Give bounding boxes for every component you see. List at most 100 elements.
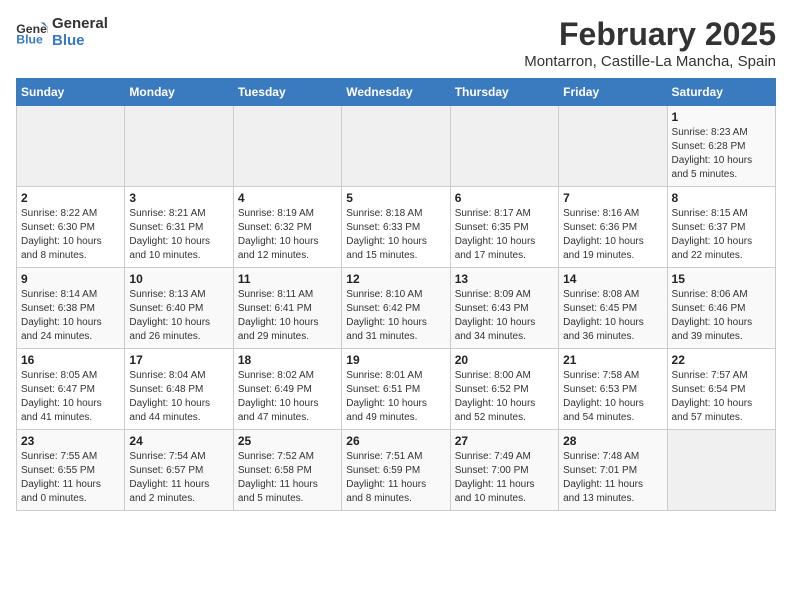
day-info: Sunrise: 8:01 AM Sunset: 6:51 PM Dayligh… xyxy=(346,369,445,425)
calendar-cell: 21 Sunrise: 7:58 AM Sunset: 6:53 PM Dayli… xyxy=(559,349,667,430)
day-info: Sunrise: 8:04 AM Sunset: 6:48 PM Dayligh… xyxy=(129,369,228,425)
day-info: Sunrise: 8:22 AM Sunset: 6:30 PM Dayligh… xyxy=(21,207,120,263)
day-number: 13 xyxy=(455,272,554,286)
day-info: Sunrise: 8:17 AM Sunset: 6:35 PM Dayligh… xyxy=(455,207,554,263)
calendar-cell: 13 Sunrise: 8:09 AM Sunset: 6:43 PM Dayli… xyxy=(450,268,558,349)
calendar-cell xyxy=(559,106,667,187)
day-number: 5 xyxy=(346,191,445,205)
day-info: Sunrise: 8:11 AM Sunset: 6:41 PM Dayligh… xyxy=(238,288,337,344)
calendar-cell: 2 Sunrise: 8:22 AM Sunset: 6:30 PM Daylig… xyxy=(17,187,125,268)
day-number: 17 xyxy=(129,353,228,367)
day-number: 11 xyxy=(238,272,337,286)
day-number: 7 xyxy=(563,191,662,205)
day-info: Sunrise: 7:57 AM Sunset: 6:54 PM Dayligh… xyxy=(672,369,771,425)
day-number: 8 xyxy=(672,191,771,205)
title-area: February 2025 Montarron, Castille-La Man… xyxy=(524,16,776,70)
day-info: Sunrise: 7:54 AM Sunset: 6:57 PM Dayligh… xyxy=(129,450,228,506)
calendar-header-row: SundayMondayTuesdayWednesdayThursdayFrid… xyxy=(17,79,776,106)
day-info: Sunrise: 8:19 AM Sunset: 6:32 PM Dayligh… xyxy=(238,207,337,263)
calendar-cell: 6 Sunrise: 8:17 AM Sunset: 6:35 PM Daylig… xyxy=(450,187,558,268)
day-info: Sunrise: 8:14 AM Sunset: 6:38 PM Dayligh… xyxy=(21,288,120,344)
header-day-friday: Friday xyxy=(559,79,667,106)
header-day-monday: Monday xyxy=(125,79,233,106)
day-info: Sunrise: 8:08 AM Sunset: 6:45 PM Dayligh… xyxy=(563,288,662,344)
calendar-week-4: 16 Sunrise: 8:05 AM Sunset: 6:47 PM Dayli… xyxy=(17,349,776,430)
calendar-cell xyxy=(342,106,450,187)
calendar-cell: 12Sunrise: 8:10 AM Sunset: 6:42 PM Dayli… xyxy=(342,268,450,349)
calendar-cell: 28 Sunrise: 7:48 AM Sunset: 7:01 PM Dayli… xyxy=(559,430,667,511)
day-info: Sunrise: 8:21 AM Sunset: 6:31 PM Dayligh… xyxy=(129,207,228,263)
calendar-cell: 23 Sunrise: 7:55 AM Sunset: 6:55 PM Dayli… xyxy=(17,430,125,511)
logo-general: General xyxy=(52,16,108,33)
day-number: 12 xyxy=(346,272,445,286)
day-info: Sunrise: 8:18 AM Sunset: 6:33 PM Dayligh… xyxy=(346,207,445,263)
calendar-cell xyxy=(667,430,775,511)
calendar-week-3: 9 Sunrise: 8:14 AM Sunset: 6:38 PM Daylig… xyxy=(17,268,776,349)
header-day-tuesday: Tuesday xyxy=(233,79,341,106)
calendar-cell xyxy=(17,106,125,187)
day-number: 10 xyxy=(129,272,228,286)
day-number: 16 xyxy=(21,353,120,367)
calendar-cell: 5 Sunrise: 8:18 AM Sunset: 6:33 PM Daylig… xyxy=(342,187,450,268)
calendar-week-5: 23 Sunrise: 7:55 AM Sunset: 6:55 PM Dayli… xyxy=(17,430,776,511)
logo: General Blue General Blue xyxy=(16,16,108,49)
day-number: 18 xyxy=(238,353,337,367)
day-number: 23 xyxy=(21,434,120,448)
day-info: Sunrise: 7:58 AM Sunset: 6:53 PM Dayligh… xyxy=(563,369,662,425)
day-info: Sunrise: 7:48 AM Sunset: 7:01 PM Dayligh… xyxy=(563,450,662,506)
month-title: February 2025 xyxy=(524,16,776,53)
calendar-cell xyxy=(233,106,341,187)
day-number: 9 xyxy=(21,272,120,286)
calendar-cell: 27Sunrise: 7:49 AM Sunset: 7:00 PM Dayli… xyxy=(450,430,558,511)
day-number: 26 xyxy=(346,434,445,448)
day-info: Sunrise: 7:51 AM Sunset: 6:59 PM Dayligh… xyxy=(346,450,445,506)
day-number: 2 xyxy=(21,191,120,205)
logo-icon: General Blue xyxy=(16,19,48,47)
calendar-cell: 17 Sunrise: 8:04 AM Sunset: 6:48 PM Dayli… xyxy=(125,349,233,430)
day-number: 4 xyxy=(238,191,337,205)
day-number: 20 xyxy=(455,353,554,367)
day-number: 15 xyxy=(672,272,771,286)
day-info: Sunrise: 8:02 AM Sunset: 6:49 PM Dayligh… xyxy=(238,369,337,425)
day-number: 22 xyxy=(672,353,771,367)
calendar-cell: 18 Sunrise: 8:02 AM Sunset: 6:49 PM Dayli… xyxy=(233,349,341,430)
day-number: 21 xyxy=(563,353,662,367)
day-info: Sunrise: 8:09 AM Sunset: 6:43 PM Dayligh… xyxy=(455,288,554,344)
day-number: 27 xyxy=(455,434,554,448)
calendar-cell: 1 Sunrise: 8:23 AM Sunset: 6:28 PM Daylig… xyxy=(667,106,775,187)
day-number: 28 xyxy=(563,434,662,448)
calendar-cell: 22 Sunrise: 7:57 AM Sunset: 6:54 PM Dayli… xyxy=(667,349,775,430)
page-header: General Blue General Blue February 2025 … xyxy=(16,16,776,70)
day-info: Sunrise: 8:13 AM Sunset: 6:40 PM Dayligh… xyxy=(129,288,228,344)
day-number: 14 xyxy=(563,272,662,286)
day-info: Sunrise: 8:05 AM Sunset: 6:47 PM Dayligh… xyxy=(21,369,120,425)
calendar-cell: 9 Sunrise: 8:14 AM Sunset: 6:38 PM Daylig… xyxy=(17,268,125,349)
calendar-cell: 7 Sunrise: 8:16 AM Sunset: 6:36 PM Daylig… xyxy=(559,187,667,268)
calendar-cell: 4 Sunrise: 8:19 AM Sunset: 6:32 PM Daylig… xyxy=(233,187,341,268)
calendar-week-2: 2 Sunrise: 8:22 AM Sunset: 6:30 PM Daylig… xyxy=(17,187,776,268)
day-info: Sunrise: 8:15 AM Sunset: 6:37 PM Dayligh… xyxy=(672,207,771,263)
calendar-cell: 15 Sunrise: 8:06 AM Sunset: 6:46 PM Dayli… xyxy=(667,268,775,349)
calendar-cell: 20 Sunrise: 8:00 AM Sunset: 6:52 PM Dayli… xyxy=(450,349,558,430)
calendar-week-1: 1 Sunrise: 8:23 AM Sunset: 6:28 PM Daylig… xyxy=(17,106,776,187)
day-number: 1 xyxy=(672,110,771,124)
day-info: Sunrise: 8:23 AM Sunset: 6:28 PM Dayligh… xyxy=(672,126,771,182)
calendar-cell xyxy=(125,106,233,187)
header-day-wednesday: Wednesday xyxy=(342,79,450,106)
calendar-cell: 19Sunrise: 8:01 AM Sunset: 6:51 PM Dayli… xyxy=(342,349,450,430)
day-number: 24 xyxy=(129,434,228,448)
calendar-table: SundayMondayTuesdayWednesdayThursdayFrid… xyxy=(16,78,776,511)
calendar-cell: 24 Sunrise: 7:54 AM Sunset: 6:57 PM Dayli… xyxy=(125,430,233,511)
svg-text:Blue: Blue xyxy=(16,32,43,46)
calendar-cell: 14 Sunrise: 8:08 AM Sunset: 6:45 PM Dayli… xyxy=(559,268,667,349)
day-number: 6 xyxy=(455,191,554,205)
calendar-cell: 8 Sunrise: 8:15 AM Sunset: 6:37 PM Daylig… xyxy=(667,187,775,268)
day-info: Sunrise: 8:16 AM Sunset: 6:36 PM Dayligh… xyxy=(563,207,662,263)
logo-blue: Blue xyxy=(52,33,108,50)
header-day-thursday: Thursday xyxy=(450,79,558,106)
day-info: Sunrise: 8:06 AM Sunset: 6:46 PM Dayligh… xyxy=(672,288,771,344)
calendar-cell xyxy=(450,106,558,187)
day-info: Sunrise: 7:55 AM Sunset: 6:55 PM Dayligh… xyxy=(21,450,120,506)
calendar-cell: 3Sunrise: 8:21 AM Sunset: 6:31 PM Daylig… xyxy=(125,187,233,268)
day-info: Sunrise: 8:00 AM Sunset: 6:52 PM Dayligh… xyxy=(455,369,554,425)
